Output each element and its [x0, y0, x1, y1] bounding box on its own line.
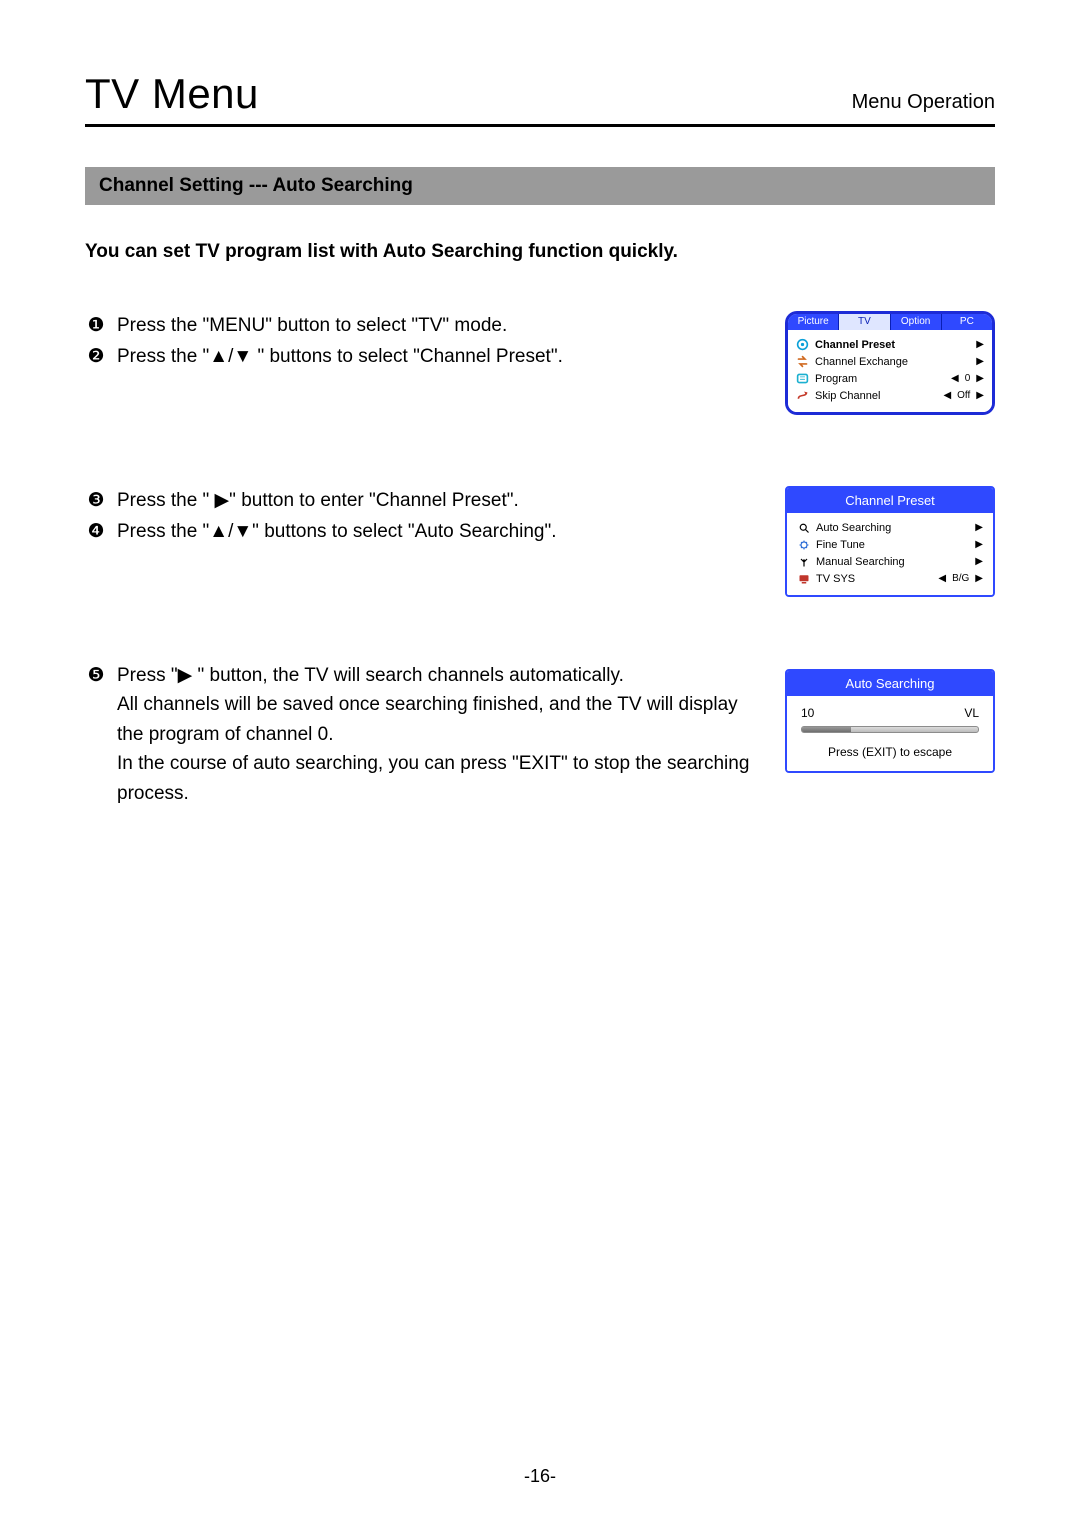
step-number-icon: ❺: [85, 661, 107, 690]
cp-item-auto-searching[interactable]: Auto Searching ▶: [797, 519, 983, 536]
cp-item-manual-searching[interactable]: Manual Searching ▶: [797, 553, 983, 570]
skip-icon: [796, 389, 809, 402]
step-4: ❹ Press the "▲/▼" buttons to select "Aut…: [85, 517, 759, 546]
step-5: ❺ Press "▶ " button, the TV will search …: [85, 661, 759, 808]
triangle-left-icon: ◀: [951, 373, 959, 384]
channel-preset-title: Channel Preset: [787, 488, 993, 513]
triangle-right-icon: ▶: [976, 339, 984, 350]
menu-item-channel-preset[interactable]: Channel Preset ▶: [796, 336, 984, 353]
menu-value: B/G: [952, 573, 969, 584]
auto-searching-channel: 10: [801, 706, 814, 720]
menu-value: Off: [957, 390, 970, 401]
gear-icon: [797, 538, 810, 551]
swap-icon: [796, 355, 809, 368]
auto-searching-readout: 10 VL: [801, 706, 979, 720]
list-icon: [796, 372, 809, 385]
triangle-left-icon: ◀: [938, 573, 946, 584]
system-icon: [797, 572, 810, 585]
step-number-icon: ❶: [85, 311, 107, 340]
target-icon: [796, 338, 809, 351]
step-number-icon: ❸: [85, 486, 107, 515]
step-number-icon: ❹: [85, 517, 107, 546]
menu-item-channel-exchange[interactable]: Channel Exchange ▶: [796, 353, 984, 370]
search-icon: [797, 521, 810, 534]
tab-option[interactable]: Option: [891, 314, 942, 330]
progress-bar: [801, 726, 979, 733]
menu-label: Fine Tune: [816, 539, 969, 551]
step-text: Press the "MENU" button to select "TV" m…: [117, 311, 759, 340]
step-2: ❷ Press the "▲/▼ " buttons to select "Ch…: [85, 342, 759, 371]
auto-searching-title: Auto Searching: [787, 671, 993, 696]
step-3: ❸ Press the " ▶" button to enter "Channe…: [85, 486, 759, 515]
triangle-right-icon: ▶: [976, 373, 984, 384]
antenna-icon: [797, 555, 810, 568]
triangle-right-icon: ▶: [975, 573, 983, 584]
tab-picture[interactable]: Picture: [788, 314, 839, 330]
menu-label: Skip Channel: [815, 390, 937, 402]
triangle-right-icon: ▶: [975, 556, 983, 567]
menu-label: Channel Exchange: [815, 356, 970, 368]
step-text: Press "▶ " button, the TV will search ch…: [117, 661, 759, 808]
menu-item-skip-channel[interactable]: Skip Channel ◀ Off ▶: [796, 387, 984, 404]
page-number: -16-: [0, 1466, 1080, 1487]
menu-value: 0: [965, 373, 971, 384]
menu-label: Auto Searching: [816, 522, 969, 534]
step-number-icon: ❷: [85, 342, 107, 371]
page-header: TV Menu Menu Operation: [85, 70, 995, 127]
menu-label: Channel Preset: [815, 339, 970, 351]
cp-item-fine-tune[interactable]: Fine Tune ▶: [797, 536, 983, 553]
tab-tv[interactable]: TV: [839, 314, 890, 330]
menu-item-program[interactable]: Program ◀ 0 ▶: [796, 370, 984, 387]
auto-searching-exit-hint: Press (EXIT) to escape: [801, 745, 979, 759]
menu-label: Manual Searching: [816, 556, 969, 568]
page-subtitle: Menu Operation: [852, 91, 995, 114]
triangle-right-icon: ▶: [976, 390, 984, 401]
triangle-right-icon: ▶: [975, 539, 983, 550]
cp-item-tv-sys[interactable]: TV SYS ◀ B/G ▶: [797, 570, 983, 587]
tab-pc[interactable]: PC: [942, 314, 992, 330]
auto-searching-band: VL: [964, 706, 979, 720]
section-title: Channel Setting --- Auto Searching: [85, 167, 995, 205]
triangle-right-icon: ▶: [975, 522, 983, 533]
triangle-left-icon: ◀: [943, 390, 951, 401]
menu-label: Program: [815, 373, 945, 385]
tv-menu-box: Picture TV Option PC Channel Preset ▶: [785, 311, 995, 415]
page-title: TV Menu: [85, 70, 259, 118]
channel-preset-box: Channel Preset Auto Searching ▶ Fine Tun: [785, 486, 995, 597]
step-text: Press the " ▶" button to enter "Channel …: [117, 486, 759, 515]
step-text: Press the "▲/▼" buttons to select "Auto …: [117, 517, 759, 546]
step-1: ❶ Press the "MENU" button to select "TV"…: [85, 311, 759, 340]
triangle-right-icon: ▶: [976, 356, 984, 367]
menu-label: TV SYS: [816, 573, 932, 585]
tv-menu-tabs: Picture TV Option PC: [788, 314, 992, 330]
intro-text: You can set TV program list with Auto Se…: [85, 241, 995, 263]
step-text: Press the "▲/▼ " buttons to select "Chan…: [117, 342, 759, 371]
auto-searching-box: Auto Searching 10 VL Press (EXIT) to esc…: [785, 669, 995, 773]
